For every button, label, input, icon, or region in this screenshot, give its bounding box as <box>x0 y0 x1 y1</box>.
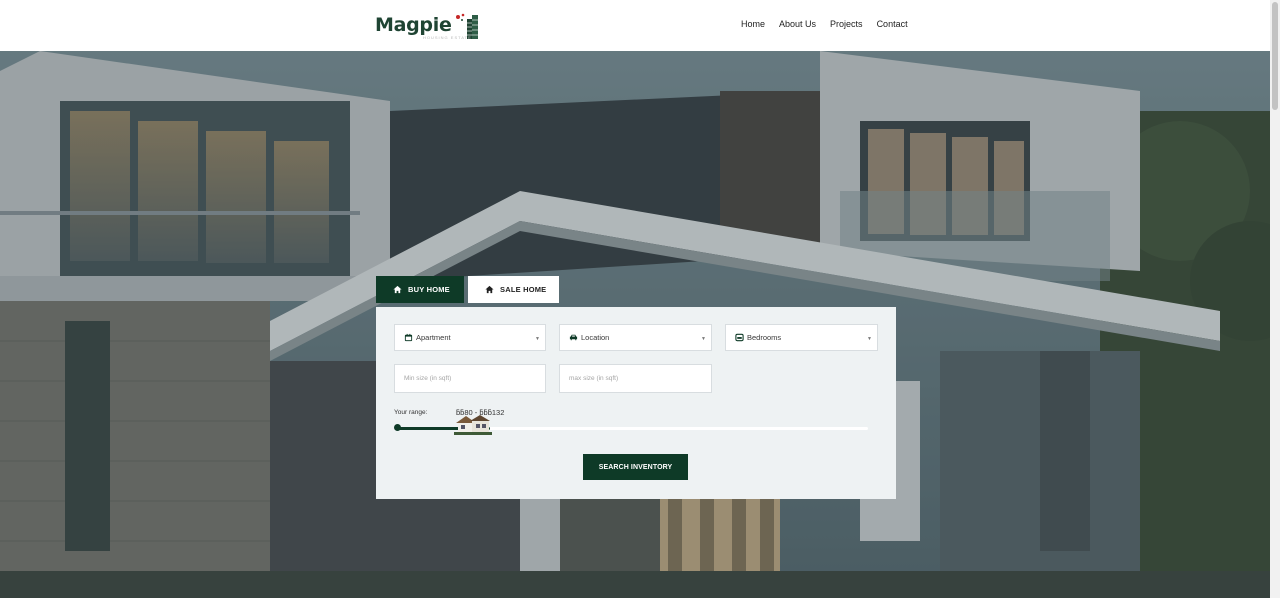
chevron-down-icon: ▼ <box>867 336 872 342</box>
site-header: Magpie HOUSING ESTATE Home About Us Proj… <box>0 0 1280 51</box>
scrollbar-thumb[interactable] <box>1272 2 1278 110</box>
tab-sale-home[interactable]: SALE HOME <box>468 276 559 303</box>
min-size-input[interactable] <box>394 364 546 393</box>
home-icon <box>393 285 402 294</box>
tab-sale-home-label: SALE HOME <box>500 285 547 294</box>
tab-buy-home[interactable]: BUY HOME <box>376 276 464 303</box>
main-nav: Home About Us Projects Contact <box>741 19 908 29</box>
home-icon <box>485 285 494 294</box>
page-scrollbar[interactable] <box>1270 0 1280 598</box>
brand-tagline: HOUSING ESTATE <box>423 35 472 40</box>
nav-contact[interactable]: Contact <box>877 19 908 29</box>
tab-buy-home-label: BUY HOME <box>408 285 450 294</box>
property-type-value: Apartment <box>416 333 451 342</box>
bedrooms-value: Bedrooms <box>747 333 782 342</box>
chevron-down-icon: ▼ <box>701 336 706 342</box>
search-inventory-button[interactable]: SEARCH INVENTORY <box>583 454 688 480</box>
bed-icon <box>735 333 744 342</box>
property-type-select[interactable]: Apartment ▼ <box>394 324 546 351</box>
car-icon <box>569 333 578 342</box>
range-label: Your range: <box>394 409 428 416</box>
range-min-handle[interactable] <box>394 424 401 431</box>
nav-projects[interactable]: Projects <box>830 19 863 29</box>
nav-home[interactable]: Home <box>741 19 765 29</box>
calendar-icon <box>404 333 413 342</box>
location-select[interactable]: Location ▼ <box>559 324 712 351</box>
max-size-input[interactable] <box>559 364 712 393</box>
location-value: Location <box>581 333 610 342</box>
chevron-down-icon: ▼ <box>535 336 540 342</box>
nav-about-us[interactable]: About Us <box>779 19 816 29</box>
bedrooms-select[interactable]: Bedrooms ▼ <box>725 324 878 351</box>
house-slider-handle-icon[interactable] <box>452 413 494 435</box>
search-panel: Apartment ▼ Location ▼ Bedrooms ▼ Your r… <box>376 307 896 499</box>
brand-logo[interactable]: Magpie HOUSING ESTATE <box>375 9 480 41</box>
